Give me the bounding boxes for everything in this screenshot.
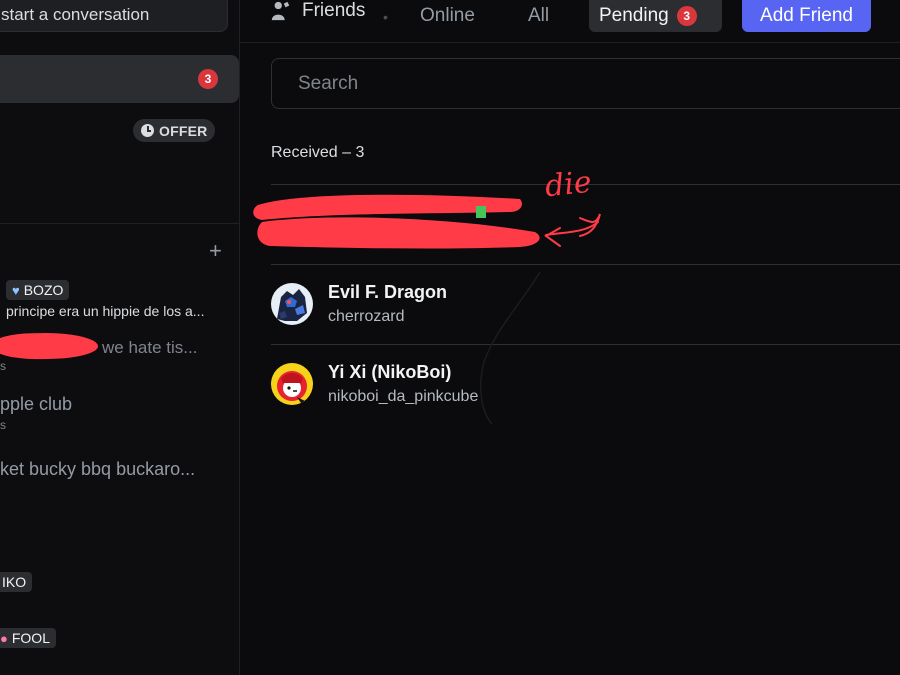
- tag-label: IKO: [2, 574, 27, 590]
- message-requests-item[interactable]: 3: [0, 55, 239, 103]
- dm-item-group[interactable]: ket bucky bbq buckaro...: [0, 459, 236, 480]
- niko-avatar-icon: [271, 363, 313, 405]
- offer-badge[interactable]: OFFER: [133, 119, 216, 142]
- dm-sidebar: start a conversation 3 OFFER + ♥ BOZO pr…: [0, 0, 240, 675]
- friends-title: Friends: [270, 0, 365, 22]
- received-header: Received – 3: [271, 144, 365, 161]
- avatar: [271, 283, 313, 325]
- plus-icon[interactable]: +: [209, 240, 222, 262]
- friends-label: Friends: [302, 0, 366, 21]
- status-tag-niko: IKO: [0, 572, 33, 592]
- friends-wave-icon: [271, 1, 290, 21]
- friends-main: Friends • Online All Pending 3 Add Frien…: [240, 0, 900, 675]
- search-input[interactable]: [271, 58, 900, 109]
- avatar: [271, 363, 313, 405]
- friend-username: cherrozard: [328, 308, 405, 325]
- dm-item-preview[interactable]: principe era un hippie de los a...: [6, 303, 236, 319]
- message-requests-badge: 3: [198, 69, 218, 89]
- tag-label: FOOL: [11, 630, 50, 646]
- pending-count-badge: 3: [676, 6, 697, 26]
- dm-item-group[interactable]: pple club: [0, 394, 236, 415]
- add-friend-button[interactable]: Add Friend: [742, 0, 871, 32]
- friend-username: nikoboi_da_pinkcube: [328, 388, 479, 405]
- dm-item-preview[interactable]: we hate tis...: [102, 338, 237, 358]
- friend-username: g: [511, 229, 520, 246]
- heart-icon: ●: [0, 630, 8, 646]
- heart-icon: ♥: [12, 282, 20, 298]
- friend-display-name: Yi Xi (NikoBoi): [328, 362, 452, 382]
- dm-item-sub: s: [0, 418, 6, 432]
- annotation-text: die: [543, 164, 594, 205]
- status-tag-fool: ● FOOL: [0, 628, 56, 648]
- tab-online[interactable]: Online: [410, 0, 485, 32]
- sidebar-divider: [0, 223, 239, 224]
- redaction-scribble: [0, 332, 99, 360]
- friends-topbar: Friends • Online All Pending 3 Add Frien…: [240, 0, 900, 43]
- friend-request-row[interactable]: Evil F. Dragon cherrozard: [271, 265, 900, 344]
- offer-label: OFFER: [159, 122, 208, 139]
- clock-icon: [141, 124, 154, 137]
- separator-dot: •: [383, 9, 388, 25]
- friend-display-name: Evil F. Dragon: [328, 282, 448, 302]
- dm-item-sub: s: [0, 359, 6, 373]
- find-conversation-button[interactable]: start a conversation: [0, 0, 228, 32]
- tag-label: BOZO: [23, 282, 64, 298]
- status-tag-bozo: ♥ BOZO: [6, 280, 70, 300]
- dragon-avatar-icon: [271, 283, 313, 325]
- friend-request-row[interactable]: Yi Xi (NikoBoi) nikoboi_da_pinkcube: [271, 345, 900, 424]
- tab-pending[interactable]: Pending 3: [589, 0, 722, 32]
- tab-pending-label: Pending: [599, 5, 669, 26]
- tab-all[interactable]: All: [518, 0, 559, 32]
